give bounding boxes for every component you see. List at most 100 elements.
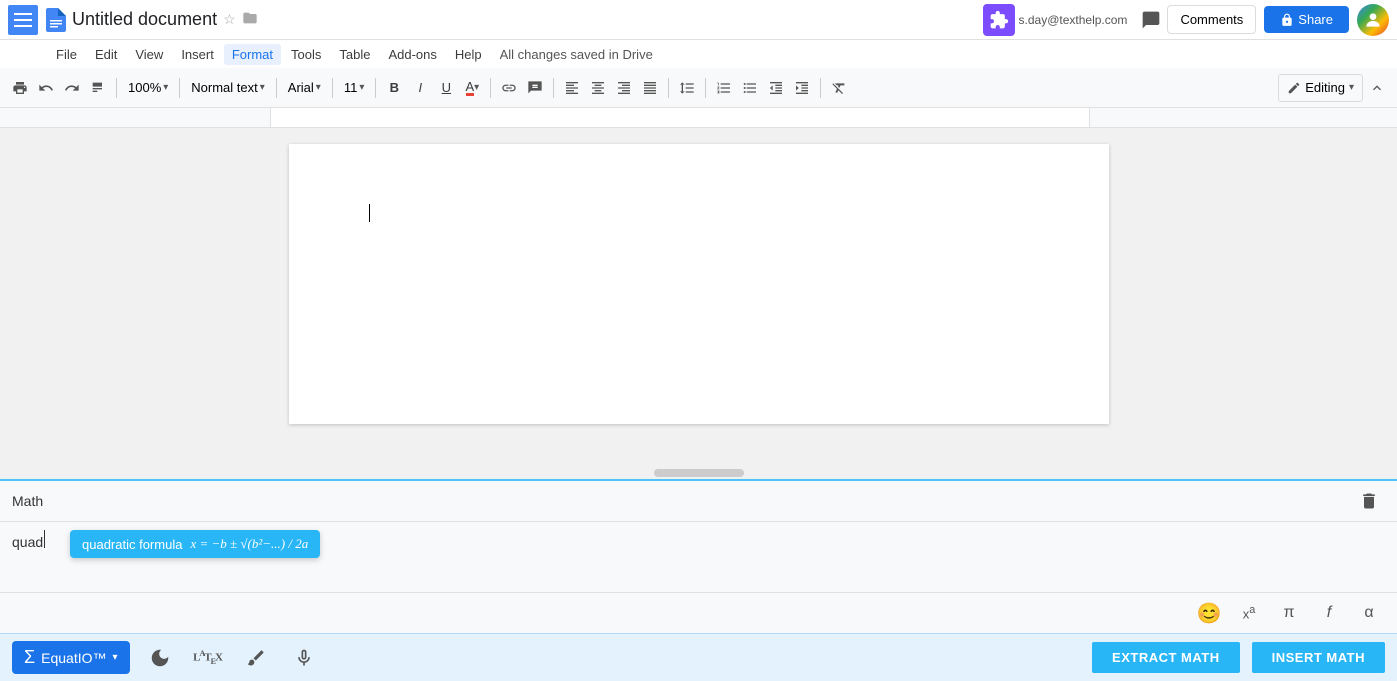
line-spacing-button[interactable]	[675, 74, 699, 102]
separator-10	[820, 78, 821, 98]
math-tools-bar: 😊 xa π f α	[0, 592, 1397, 633]
menu-edit[interactable]: Edit	[87, 44, 125, 65]
menu-addons[interactable]: Add-ons	[380, 44, 444, 65]
math-typed-text: quad	[12, 530, 43, 550]
align-left-button[interactable]	[560, 74, 584, 102]
italic-button[interactable]: I	[408, 74, 432, 102]
hamburger-button[interactable]	[8, 5, 38, 35]
menu-help[interactable]: Help	[447, 44, 490, 65]
menu-file[interactable]: File	[48, 44, 85, 65]
collapse-toolbar-button[interactable]	[1365, 74, 1389, 102]
extract-math-button[interactable]: EXTRACT MATH	[1092, 642, 1240, 673]
folder-button[interactable]	[242, 10, 258, 29]
hamburger-icon	[14, 13, 32, 27]
underline-button[interactable]: U	[434, 74, 458, 102]
comments-panel-button[interactable]: Comments	[1167, 5, 1256, 34]
equatio-logo-button[interactable]: Σ EquatIO™ ▾	[12, 641, 130, 674]
ruler	[0, 108, 1397, 128]
autocomplete-popup[interactable]: quadratic formula x = −b ± √(b²−...) / 2…	[70, 530, 320, 558]
share-label: Share	[1298, 12, 1333, 27]
separator-4	[332, 78, 333, 98]
menu-tools[interactable]: Tools	[283, 44, 329, 65]
star-button[interactable]: ☆	[223, 11, 236, 28]
increase-indent-button[interactable]	[790, 74, 814, 102]
document-page[interactable]	[289, 144, 1109, 424]
pi-label: π	[1283, 604, 1294, 622]
math-panel: Math quad quadratic formula x = −b ± √(b…	[0, 479, 1397, 633]
print-button[interactable]	[8, 74, 32, 102]
math-input-area[interactable]: quad quadratic formula x = −b ± √(b²−...…	[0, 522, 1397, 592]
share-button[interactable]: Share	[1264, 6, 1349, 33]
delete-math-button[interactable]	[1353, 485, 1385, 517]
bold-button[interactable]: B	[382, 74, 406, 102]
editing-mode-button[interactable]: Editing ▾	[1278, 74, 1363, 102]
editing-label: Editing	[1305, 80, 1345, 95]
comment-button[interactable]	[1135, 4, 1167, 36]
account-icon	[1363, 10, 1383, 30]
menu-bar: File Edit View Insert Format Tools Table…	[0, 40, 1397, 68]
account-button[interactable]	[1357, 4, 1389, 36]
font-select[interactable]: Arial ▾	[283, 74, 326, 102]
numbered-list-icon	[716, 80, 732, 96]
clear-format-icon	[831, 80, 847, 96]
ruler-inner	[270, 108, 1090, 127]
function-button[interactable]: f	[1313, 597, 1345, 629]
paint-format-button[interactable]	[86, 74, 110, 102]
text-color-button[interactable]: A ▾	[460, 74, 484, 102]
user-email: s.day@texthelp.com	[1019, 13, 1128, 27]
menu-format[interactable]: Format	[224, 44, 281, 65]
microphone-button[interactable]	[286, 640, 322, 676]
latex-button[interactable]: LATEX	[190, 640, 226, 676]
emoji-button[interactable]: 😊	[1193, 597, 1225, 629]
align-center-button[interactable]	[586, 74, 610, 102]
alpha-button[interactable]: α	[1353, 597, 1385, 629]
pencil-icon	[1287, 81, 1301, 95]
popup-formula-label: quadratic formula	[82, 537, 182, 552]
link-button[interactable]	[497, 74, 521, 102]
latex-label: LATEX	[193, 649, 222, 666]
document-title[interactable]: Untitled document	[72, 9, 217, 30]
justify-button[interactable]	[638, 74, 662, 102]
sigma-logo-icon: Σ	[24, 647, 35, 668]
math-title-bar: Math	[0, 481, 1397, 522]
trash-icon	[1359, 491, 1379, 511]
zoom-select[interactable]: 100% ▾	[123, 74, 173, 102]
undo-button[interactable]	[34, 74, 58, 102]
pi-button[interactable]: π	[1273, 597, 1305, 629]
superscript-button[interactable]: xa	[1233, 597, 1265, 629]
clear-format-button[interactable]	[827, 74, 851, 102]
comments-label: Comments	[1180, 12, 1243, 27]
equatio-brand-label: EquatIO™	[41, 650, 106, 666]
decrease-indent-button[interactable]	[764, 74, 788, 102]
increase-indent-icon	[794, 80, 810, 96]
editing-caret: ▾	[1349, 82, 1354, 93]
handwrite-button[interactable]	[142, 640, 178, 676]
chat-icon	[1141, 10, 1161, 30]
tw-extension-icon[interactable]	[983, 4, 1015, 36]
style-select[interactable]: Normal text ▾	[186, 74, 270, 102]
numbered-list-button[interactable]	[712, 74, 736, 102]
horizontal-scrollbar[interactable]	[654, 469, 744, 477]
style-value: Normal text	[191, 80, 257, 95]
pen-tool-button[interactable]	[238, 640, 274, 676]
math-cursor	[44, 530, 45, 548]
size-select[interactable]: 11 ▾	[339, 74, 370, 102]
link-icon	[501, 80, 517, 96]
redo-button[interactable]	[60, 74, 84, 102]
menu-insert[interactable]: Insert	[173, 44, 222, 65]
folder-icon	[242, 10, 258, 26]
insert-math-button[interactable]: INSERT MATH	[1252, 642, 1385, 673]
menu-view[interactable]: View	[127, 44, 171, 65]
align-right-icon	[616, 80, 632, 96]
lock-icon	[1280, 13, 1294, 27]
bullet-list-button[interactable]	[738, 74, 762, 102]
menu-table[interactable]: Table	[331, 44, 378, 65]
insert-comment-button[interactable]	[523, 74, 547, 102]
docs-icon	[46, 8, 66, 32]
separator-8	[668, 78, 669, 98]
math-panel-title: Math	[12, 493, 43, 509]
align-right-button[interactable]	[612, 74, 636, 102]
size-value: 11	[344, 80, 358, 95]
document-area[interactable]	[0, 128, 1397, 479]
pen-icon	[246, 648, 266, 668]
